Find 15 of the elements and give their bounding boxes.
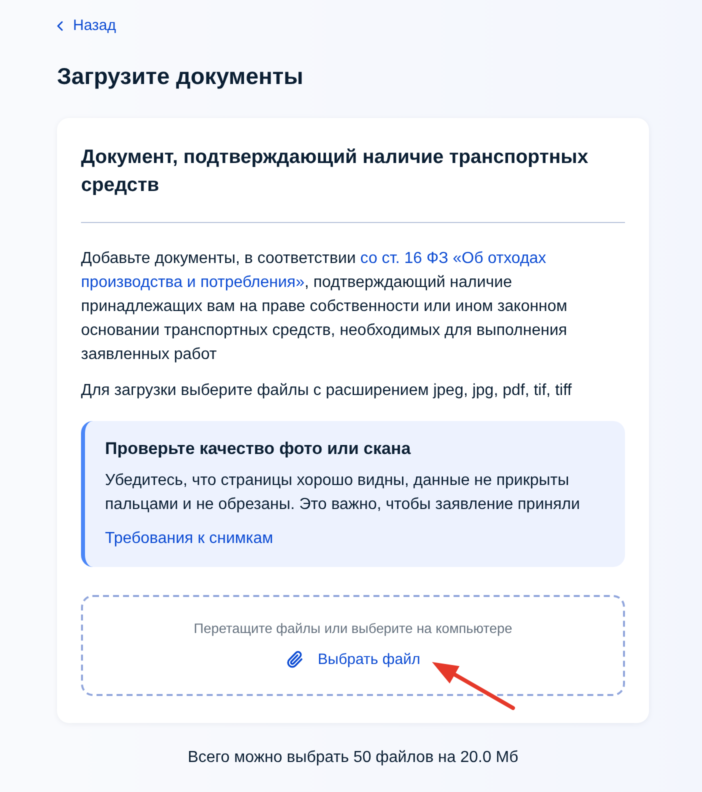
back-link[interactable]: Назад (57, 16, 116, 36)
chevron-left-icon (57, 21, 63, 31)
drop-hint: Перетащите файлы или выберите на компьютере (194, 620, 512, 638)
formats-note: Для загрузки выберите файлы с расширением jpeg, jpg, pdf, tif, tiff (81, 381, 573, 401)
law-link[interactable]: производства и потребления» (81, 274, 304, 291)
description-text: Добавьте документы, в соответствии со ст. 16 ФЗ «Об отходах производства и потребления», подтверждающий наличие принадлежащих вам на праве собственности или ином законном основании транспортных средств, необходимых для выполнения заявленных работ (81, 249, 568, 365)
paperclip-icon (286, 650, 304, 670)
notice-text: Убедитесь, что страницы хорошо видны, данные не прикрыты пальцами и не обрезаны. Это важно, чтобы заявление приняли (105, 471, 581, 515)
page-title: Загрузите документы (57, 62, 304, 91)
choose-file-button[interactable]: Выбрать файл (286, 650, 420, 670)
card-title: Документ, подтверждающий наличие транспортных средств (81, 145, 590, 198)
file-limit-note: Всего можно выбрать 50 файлов на 20.0 Мб (186, 748, 520, 768)
notice-title: Проверьте качество фото или скана (105, 438, 412, 460)
requirements-link[interactable]: Требования к снимкам (105, 527, 274, 551)
law-link[interactable]: со ст. 16 ФЗ «Об отходах (360, 250, 546, 267)
